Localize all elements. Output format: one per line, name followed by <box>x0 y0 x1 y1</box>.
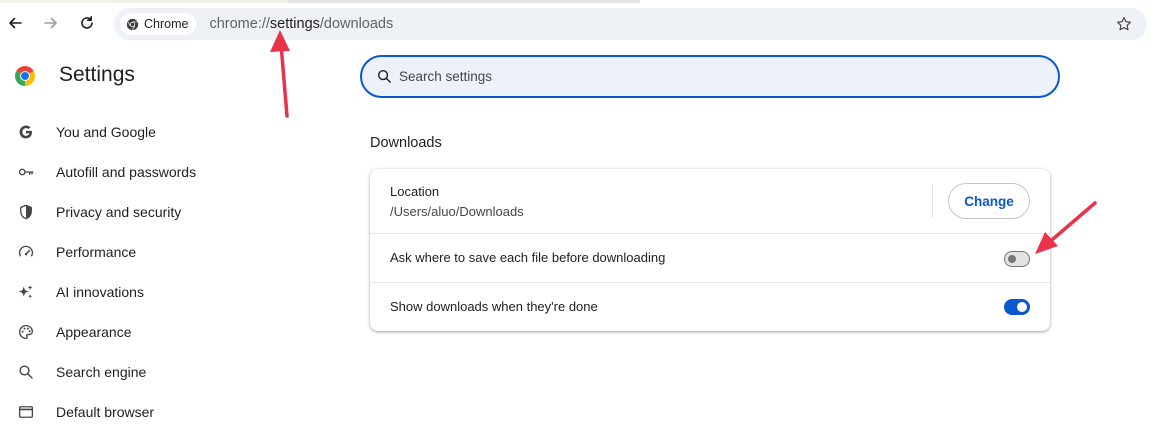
show-downloads-label: Show downloads when they're done <box>390 299 598 314</box>
search-settings-box[interactable] <box>360 55 1060 98</box>
sidebar-item-label: Appearance <box>56 324 132 340</box>
url-text[interactable]: chrome://settings/downloads <box>209 16 393 32</box>
sidebar-item-autofill[interactable]: Autofill and passwords <box>0 152 330 192</box>
ask-where-to-save-toggle[interactable] <box>1004 251 1030 267</box>
chrome-settings-page: Chrome chrome://settings/downloads Setti… <box>0 0 1158 442</box>
reload-button[interactable] <box>73 9 101 37</box>
downloads-card: Location /Users/aluo/Downloads Change As… <box>370 169 1050 331</box>
chrome-logo-icon <box>15 66 35 86</box>
toggle-knob <box>1008 254 1016 263</box>
reload-icon <box>81 16 93 29</box>
settings-sidebar: You and Google Autofill and passwords Pr… <box>0 112 330 432</box>
shield-icon <box>16 202 36 222</box>
location-path: /Users/aluo/Downloads <box>390 204 524 219</box>
key-icon <box>16 162 36 182</box>
palette-icon <box>16 322 36 342</box>
search-icon <box>16 362 36 382</box>
sidebar-item-label: Default browser <box>56 404 155 420</box>
back-button[interactable] <box>1 9 29 37</box>
change-location-button[interactable]: Change <box>948 183 1030 219</box>
forward-button[interactable] <box>37 9 65 37</box>
show-downloads-toggle[interactable] <box>1004 299 1030 315</box>
sidebar-item-label: Performance <box>56 244 137 260</box>
google-g-icon <box>16 122 36 142</box>
sidebar-item-appearance[interactable]: Appearance <box>0 312 330 352</box>
sidebar-item-default-browser[interactable]: Default browser <box>0 392 330 432</box>
url-scheme: chrome:// <box>209 16 270 32</box>
back-arrow-icon <box>9 17 22 29</box>
browser-window-icon <box>16 402 36 422</box>
sidebar-item-performance[interactable]: Performance <box>0 232 330 272</box>
url-path: /downloads <box>319 16 394 32</box>
sidebar-item-label: Search engine <box>56 364 147 380</box>
divider <box>932 184 933 218</box>
site-info-chip[interactable]: Chrome <box>120 13 197 35</box>
sidebar-item-label: AI innovations <box>56 284 144 300</box>
section-title-downloads: Downloads <box>370 135 442 151</box>
address-bar[interactable]: Chrome chrome://settings/downloads <box>114 8 1147 40</box>
forward-arrow-icon <box>44 17 57 29</box>
toggle-knob <box>1017 302 1027 312</box>
search-icon <box>377 69 391 83</box>
location-label: Location <box>390 184 440 199</box>
ask-where-to-save-label: Ask where to save each file before downl… <box>390 250 666 265</box>
sidebar-item-label: You and Google <box>56 124 156 140</box>
sidebar-item-label: Privacy and security <box>56 204 182 220</box>
browser-toolbar: Chrome chrome://settings/downloads <box>0 0 1158 46</box>
show-downloads-row[interactable]: Show downloads when they're done <box>370 282 1050 331</box>
url-host: settings <box>269 16 320 32</box>
page-title: Settings <box>59 63 135 86</box>
star-icon[interactable] <box>1115 15 1133 33</box>
sparkle-icon <box>16 282 36 302</box>
speedometer-icon <box>16 242 36 262</box>
site-info-chip-label: Chrome <box>144 17 189 31</box>
ask-where-to-save-row[interactable]: Ask where to save each file before downl… <box>370 233 1050 282</box>
tab-strip-edge <box>0 0 288 3</box>
search-input[interactable] <box>399 69 999 84</box>
location-row: Location /Users/aluo/Downloads Change <box>370 169 1050 233</box>
sidebar-item-you-and-google[interactable]: You and Google <box>0 112 330 152</box>
sidebar-item-label: Autofill and passwords <box>56 164 197 180</box>
chrome-icon <box>126 18 139 30</box>
sidebar-item-ai-innovations[interactable]: AI innovations <box>0 272 330 312</box>
sidebar-item-search-engine[interactable]: Search engine <box>0 352 330 392</box>
sidebar-item-privacy[interactable]: Privacy and security <box>0 192 330 232</box>
